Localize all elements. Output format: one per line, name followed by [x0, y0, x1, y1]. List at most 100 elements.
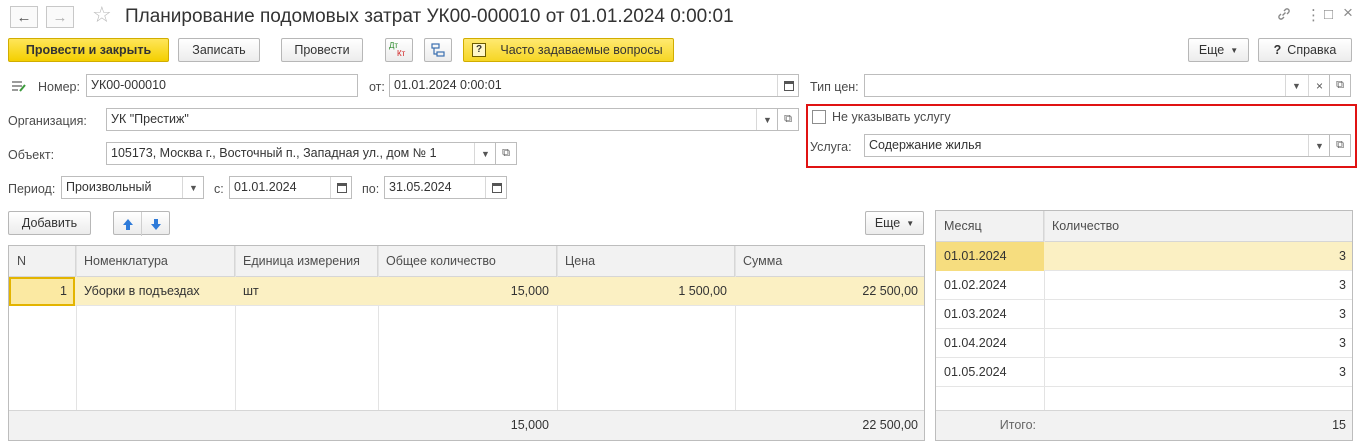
link-icon[interactable]	[1276, 6, 1292, 26]
from-label: с:	[214, 182, 224, 196]
table-footer: 15,000 22 500,00	[9, 410, 924, 440]
month-cell[interactable]: 01.05.2024	[936, 358, 1044, 387]
more-menu-icon[interactable]: ⋮	[1306, 6, 1321, 24]
price-type-field[interactable]: ▼ ×	[864, 74, 1330, 97]
organization-open-button[interactable]: ⧉	[777, 108, 799, 131]
month-quantity-cell[interactable]: 3	[1044, 271, 1352, 300]
month-row[interactable]: 01.01.2024 3	[936, 242, 1352, 271]
from-calendar-button[interactable]	[330, 177, 351, 198]
item-cell[interactable]: Уборки в подъездах	[76, 277, 235, 306]
number-edit-icon	[11, 79, 27, 96]
service-field[interactable]: Содержание жилья ▼	[864, 134, 1330, 157]
forward-button[interactable]: →	[46, 6, 74, 28]
column-header[interactable]: Номенклатура	[76, 246, 235, 277]
structure-button[interactable]	[424, 38, 452, 62]
faq-button[interactable]: ? Часто задаваемые вопросы	[463, 38, 674, 62]
object-open-button[interactable]: ⧉	[495, 142, 517, 165]
unit-cell[interactable]: шт	[235, 277, 378, 306]
move-down-button[interactable]	[142, 212, 170, 236]
maximize-icon[interactable]: □	[1324, 6, 1333, 23]
month-quantity-cell[interactable]: 3	[1044, 329, 1352, 358]
caret-down-icon: ▼	[906, 218, 915, 228]
no-service-checkbox[interactable]	[812, 110, 826, 124]
dt-kt-icon: Дт Кт	[389, 41, 406, 58]
price-type-open-button[interactable]: ⧉	[1329, 74, 1351, 97]
service-label: Услуга:	[810, 140, 852, 154]
dt-kt-button[interactable]: Дт Кт	[385, 38, 413, 62]
open-icon: ⧉	[784, 113, 792, 125]
to-date-field[interactable]: 31.05.2024	[384, 176, 507, 199]
months-table[interactable]: Месяц Количество 01.01.2024 3 01.02.2024…	[935, 210, 1353, 441]
row-number-cell[interactable]: 1	[9, 277, 75, 306]
footer-total-label: Итого:	[999, 418, 1036, 432]
save-button[interactable]: Записать	[178, 38, 260, 62]
object-field[interactable]: 105173, Москва г., Восточный п., Западна…	[106, 142, 496, 165]
sum-cell[interactable]: 22 500,00	[735, 277, 924, 306]
table-more-button[interactable]: Еще ▼	[865, 211, 924, 235]
to-label: по:	[362, 182, 380, 196]
footer-quantity-total: 15	[1332, 418, 1346, 432]
services-table[interactable]: N Номенклатура Единица измерения Общее к…	[8, 245, 925, 441]
number-field[interactable]: УК00-000010	[86, 74, 358, 97]
service-open-button[interactable]: ⧉	[1329, 134, 1351, 157]
calendar-button[interactable]	[777, 75, 798, 96]
page-title: Планирование подомовых затрат УК00-00001…	[125, 6, 734, 27]
column-header[interactable]: Общее количество	[378, 246, 557, 277]
back-button[interactable]: ←	[10, 6, 38, 28]
structure-icon	[431, 43, 445, 57]
add-row-button[interactable]: Добавить	[8, 211, 91, 235]
open-icon: ⧉	[1336, 79, 1344, 91]
date-field[interactable]: 01.01.2024 0:00:01	[389, 74, 799, 97]
calendar-icon	[336, 182, 347, 193]
date-label: от:	[369, 80, 385, 94]
month-quantity-cell[interactable]: 3	[1044, 300, 1352, 329]
object-dropdown-button[interactable]: ▼	[474, 143, 495, 164]
month-row[interactable]: 01.03.2024 3	[936, 300, 1352, 329]
month-row[interactable]: 01.05.2024 3	[936, 358, 1352, 387]
month-cell[interactable]: 01.01.2024	[936, 242, 1044, 271]
month-cell[interactable]: 01.02.2024	[936, 271, 1044, 300]
object-label: Объект:	[8, 148, 55, 162]
price-cell[interactable]: 1 500,00	[557, 277, 735, 306]
organization-label: Организация:	[8, 114, 87, 128]
to-calendar-button[interactable]	[485, 177, 506, 198]
column-header[interactable]: Месяц	[936, 211, 1044, 242]
more-button[interactable]: Еще ▼	[1188, 38, 1249, 62]
table-header: Месяц Количество	[936, 211, 1352, 242]
favorite-star-icon[interactable]: ☆	[92, 2, 112, 28]
help-button[interactable]: ? Справка	[1258, 38, 1352, 62]
service-dropdown-button[interactable]: ▼	[1308, 135, 1329, 156]
month-row[interactable]: 01.04.2024 3	[936, 329, 1352, 358]
column-header[interactable]: Количество	[1044, 211, 1352, 242]
post-button[interactable]: Провести	[281, 38, 363, 62]
price-type-dropdown-button[interactable]: ▼	[1285, 75, 1307, 96]
close-icon[interactable]: ×	[1343, 3, 1353, 23]
month-row[interactable]: 01.02.2024 3	[936, 271, 1352, 300]
move-up-button[interactable]	[114, 212, 142, 236]
table-header: N Номенклатура Единица измерения Общее к…	[9, 246, 924, 277]
quantity-cell[interactable]: 15,000	[378, 277, 557, 306]
month-quantity-cell[interactable]: 3	[1044, 242, 1352, 271]
post-and-close-button[interactable]: Провести и закрыть	[8, 38, 169, 62]
arrow-left-icon: ←	[16, 8, 32, 26]
month-quantity-cell[interactable]: 3	[1044, 358, 1352, 387]
column-header[interactable]: Сумма	[735, 246, 924, 277]
from-date-field[interactable]: 01.01.2024	[229, 176, 352, 199]
month-cell[interactable]: 01.04.2024	[936, 329, 1044, 358]
calendar-icon	[491, 182, 502, 193]
no-service-label: Не указывать услугу	[832, 110, 951, 124]
arrow-down-icon	[151, 218, 161, 230]
price-type-clear-button[interactable]: ×	[1308, 75, 1329, 96]
table-row[interactable]: 1 Уборки в подъездах шт 15,000 1 500,00 …	[9, 277, 924, 306]
period-dropdown-button[interactable]: ▼	[182, 177, 203, 198]
column-header[interactable]: Единица измерения	[235, 246, 378, 277]
organization-dropdown-button[interactable]: ▼	[756, 109, 777, 130]
period-select[interactable]: Произвольный ▼	[61, 176, 204, 199]
open-icon: ⧉	[1336, 139, 1344, 151]
organization-field[interactable]: УК "Престиж" ▼	[106, 108, 778, 131]
open-icon: ⧉	[502, 147, 510, 159]
column-header[interactable]: Цена	[557, 246, 735, 277]
arrow-up-icon	[122, 218, 133, 230]
month-cell[interactable]: 01.03.2024	[936, 300, 1044, 329]
column-header[interactable]: N	[9, 246, 76, 277]
